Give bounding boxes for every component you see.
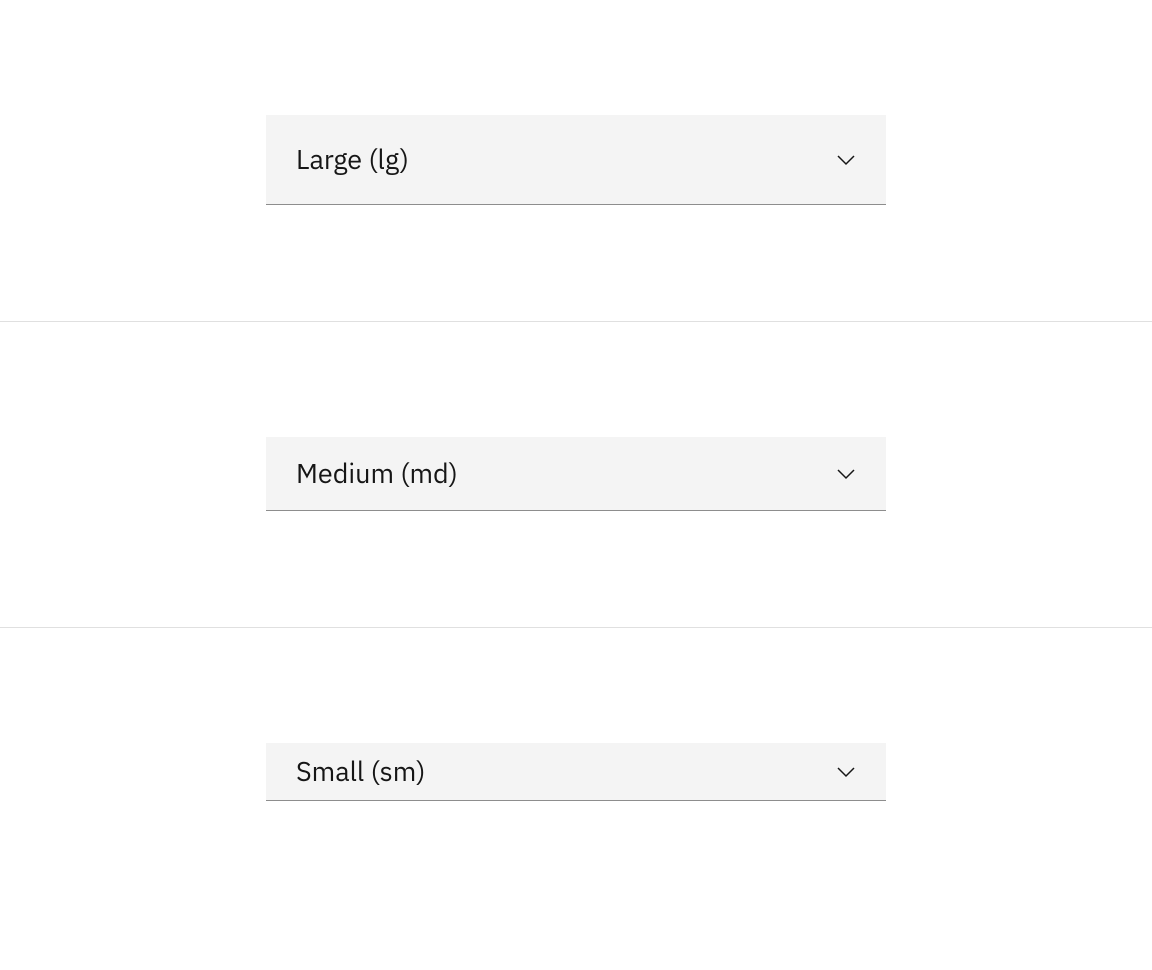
accordion-medium[interactable]: Medium (md) (266, 437, 886, 511)
accordion-section-medium: Medium (md) (0, 322, 1152, 628)
accordion-title: Large (lg) (296, 142, 409, 177)
chevron-down-icon (836, 464, 856, 484)
accordion-title: Small (sm) (296, 754, 425, 789)
accordion-small[interactable]: Small (sm) (266, 743, 886, 801)
accordion-section-large: Large (lg) (0, 0, 1152, 322)
accordion-section-small: Small (sm) (0, 628, 1152, 917)
chevron-down-icon (836, 762, 856, 782)
chevron-down-icon (836, 150, 856, 170)
accordion-large[interactable]: Large (lg) (266, 115, 886, 205)
accordion-title: Medium (md) (296, 456, 458, 491)
